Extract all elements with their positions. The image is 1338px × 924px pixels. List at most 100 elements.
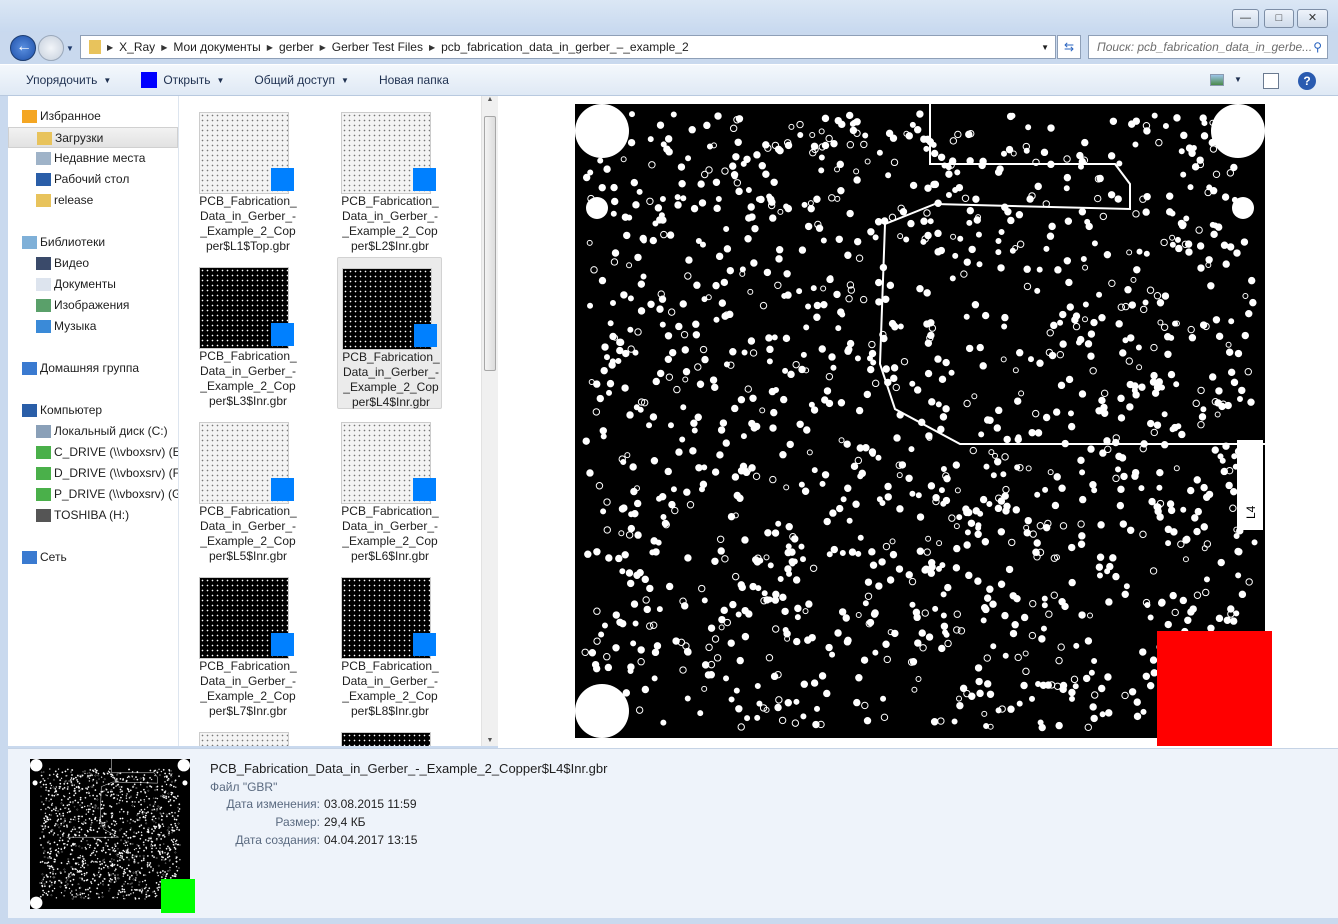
file-item[interactable]: PCB_Fabrication_ Data_in_Gerber_- _Example… (337, 102, 442, 254)
help-icon[interactable]: ? (1298, 72, 1316, 90)
pcb-via (88, 777, 91, 779)
pcb-via (60, 882, 63, 884)
breadcrumb-item[interactable]: Мои документы (173, 40, 260, 54)
sidebar-item[interactable]: D_DRIVE (\\vboxsrv) (F (8, 463, 178, 484)
pcb-via (140, 859, 143, 862)
pcb-via (114, 870, 116, 872)
pcb-via (81, 859, 84, 862)
file-list-scrollbar[interactable]: ▲ ▼ (481, 96, 498, 746)
breadcrumb-item[interactable]: Gerber Test Files (332, 40, 423, 54)
new-folder-button[interactable]: Новая папка (379, 73, 449, 87)
pcb-via (1027, 356, 1034, 363)
pcb-via (82, 858, 85, 860)
breadcrumb-item[interactable]: X_Ray (119, 40, 155, 54)
breadcrumb-item[interactable]: gerber (279, 40, 314, 54)
pcb-via (152, 868, 154, 870)
pcb-via (670, 111, 677, 118)
pcb-via (107, 884, 110, 886)
history-dropdown[interactable]: ▼ (66, 44, 74, 53)
view-options-icon[interactable] (1210, 74, 1224, 86)
pcb-via (1199, 114, 1207, 122)
close-button[interactable]: ✕ (1297, 9, 1328, 28)
view-dropdown[interactable]: ▼ (1234, 75, 1242, 84)
file-item[interactable]: PCB_Fabrication_ Data_in_Gerber_- _Example… (195, 257, 300, 409)
open-button[interactable]: Открыть ▼ (141, 72, 224, 88)
pcb-via (704, 671, 713, 679)
sidebar-item[interactable]: Документы (8, 274, 178, 295)
sidebar-item[interactable]: Музыка (8, 316, 178, 337)
sidebar-item[interactable]: Компьютер (8, 400, 178, 421)
file-item[interactable]: PCB_Fabrication_ Data_in_Gerber_- _Example… (337, 567, 442, 719)
pcb-via (1148, 497, 1156, 506)
pcb-via (718, 615, 726, 624)
pcb-via (145, 795, 148, 798)
preview-pane-toggle-icon[interactable] (1263, 73, 1279, 89)
breadcrumb-item[interactable]: pcb_fabrication_data_in_gerber_–_example… (441, 40, 689, 54)
sidebar-item[interactable]: Видео (8, 253, 178, 274)
sidebar-item[interactable]: Локальный диск (C:) (8, 421, 178, 442)
address-dropdown[interactable]: ▼ (1041, 43, 1049, 52)
pcb-via (932, 605, 939, 612)
pcb-via (97, 871, 100, 874)
pcb-via (138, 810, 141, 813)
pcb-via (49, 880, 51, 882)
pcb-via (121, 890, 124, 893)
file-item[interactable] (195, 722, 300, 746)
sidebar-item[interactable]: Недавние места (8, 148, 178, 169)
sidebar-item[interactable]: P_DRIVE (\\vboxsrv) (G (8, 484, 178, 505)
file-item[interactable]: PCB_Fabrication_ Data_in_Gerber_- _Example… (337, 412, 442, 564)
pcb-via (161, 852, 164, 854)
pcb-via (664, 332, 673, 340)
pcb-via (785, 543, 792, 550)
pcb-via (156, 785, 159, 788)
sidebar-item[interactable]: Рабочий стол (8, 169, 178, 190)
pcb-via (766, 358, 773, 365)
sidebar-item[interactable]: release (8, 190, 178, 211)
pcb-via (1089, 481, 1097, 489)
pcb-via (83, 892, 85, 895)
pcb-via (805, 600, 813, 608)
sidebar-item[interactable]: Изображения (8, 295, 178, 316)
pcb-via (81, 787, 83, 790)
pcb-via (63, 782, 66, 785)
file-item[interactable]: PCB_Fabrication_ Data_in_Gerber_- _Example… (195, 412, 300, 564)
file-name-line: _Example_2_Cop (200, 534, 296, 548)
pcb-via (58, 813, 61, 815)
file-item[interactable]: PCB_Fabrication_ Data_in_Gerber_- _Example… (337, 257, 442, 409)
share-button[interactable]: Общий доступ ▼ (254, 73, 349, 87)
search-input[interactable]: Поиск: pcb_fabrication_data_in_gerbe... ⚲ (1088, 35, 1328, 59)
pcb-via (107, 770, 110, 772)
pcb-via (144, 879, 147, 882)
minimize-button[interactable]: — (1232, 9, 1259, 28)
back-button[interactable]: ← (10, 35, 36, 61)
file-item[interactable] (337, 722, 442, 746)
scroll-thumb[interactable] (484, 116, 496, 371)
pcb-via (833, 290, 841, 299)
pcb-via (842, 614, 850, 622)
sidebar-item[interactable]: TOSHIBA (H:) (8, 505, 178, 526)
sidebar-item[interactable]: Загрузки (8, 127, 178, 148)
pcb-via (156, 887, 159, 889)
forward-button[interactable] (38, 35, 64, 61)
sidebar-item[interactable]: C_DRIVE (\\vboxsrv) (E (8, 442, 178, 463)
pcb-via (952, 187, 959, 194)
scroll-up-icon[interactable]: ▲ (482, 96, 498, 103)
sidebar-item[interactable]: Библиотеки (8, 232, 178, 253)
file-item[interactable]: PCB_Fabrication_ Data_in_Gerber_- _Example… (195, 102, 300, 254)
address-bar[interactable]: ▶ X_Ray ▶ Мои документы ▶ gerber ▶ Gerber Te… (80, 35, 1056, 59)
refresh-button[interactable]: ⇆ (1057, 35, 1081, 59)
pcb-via (1051, 501, 1060, 510)
organize-button[interactable]: Упорядочить ▼ (26, 73, 111, 87)
pcb-via (928, 563, 936, 571)
sidebar-item[interactable]: Сеть (8, 547, 178, 568)
pcb-via (143, 778, 145, 780)
maximize-button[interactable]: □ (1264, 9, 1294, 28)
pcb-via (830, 364, 837, 371)
sidebar-item[interactable]: Избранное (8, 106, 178, 127)
file-item[interactable]: PCB_Fabrication_ Data_in_Gerber_- _Example… (195, 567, 300, 719)
pcb-via (122, 836, 124, 838)
scroll-down-icon[interactable]: ▼ (482, 737, 498, 744)
pcb-via (96, 858, 99, 860)
pcb-via (1109, 117, 1118, 125)
sidebar-item[interactable]: Домашняя группа (8, 358, 178, 379)
